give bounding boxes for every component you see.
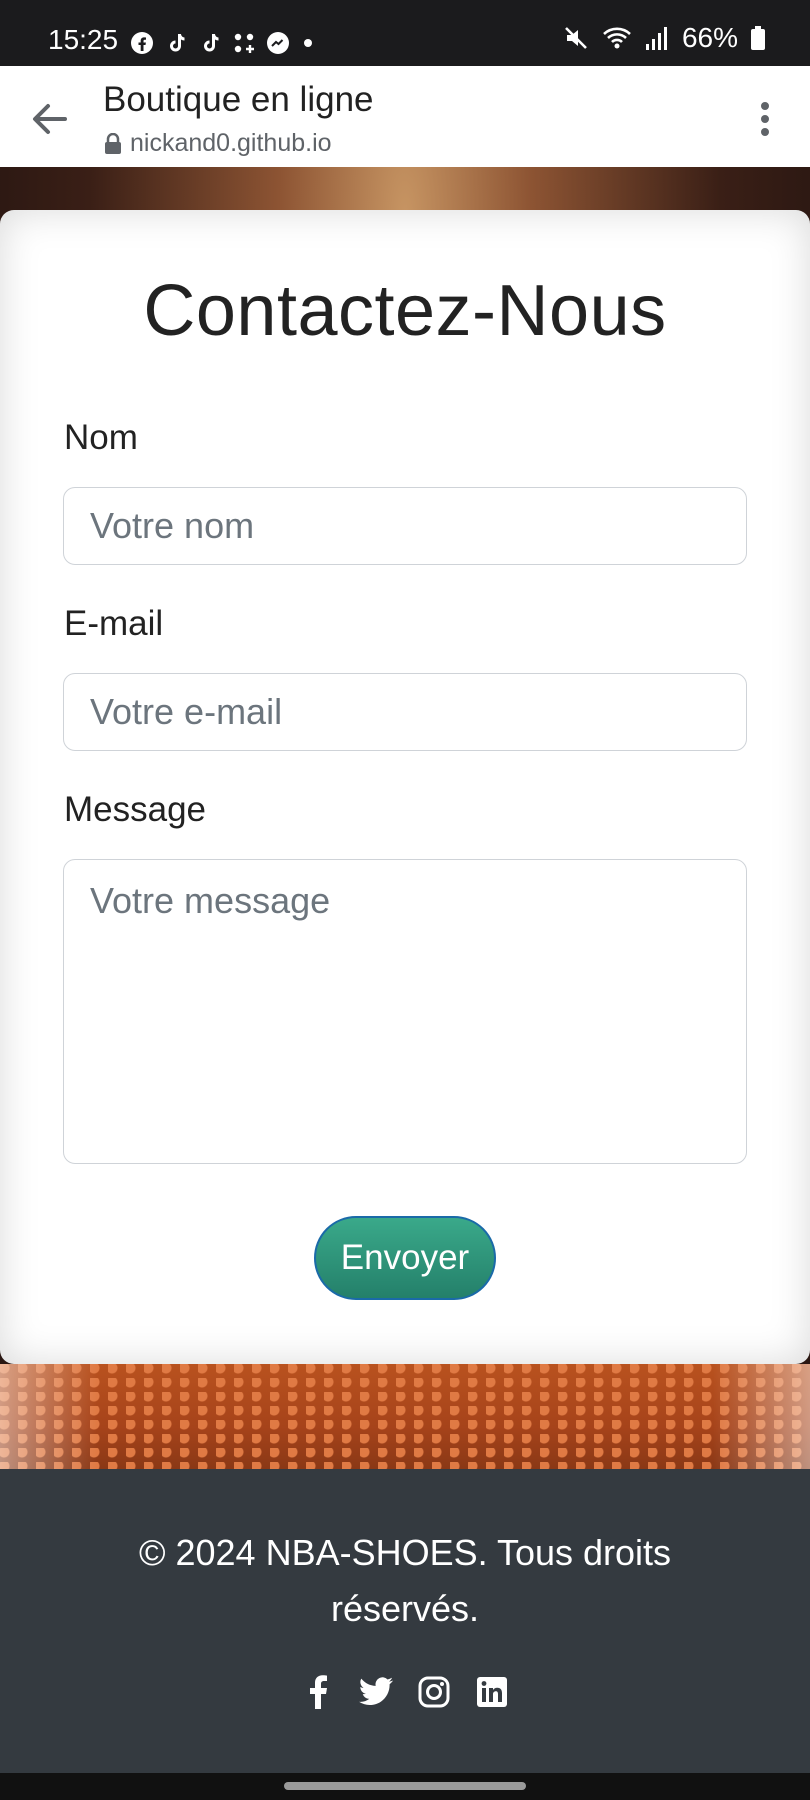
linkedin-icon [477,1677,507,1707]
twitter-icon [359,1677,393,1705]
url-text: nickand0.github.io [130,129,332,157]
twitter-link[interactable] [359,1675,393,1709]
browser-toolbar: Boutique en ligne nickand0.github.io [0,66,810,167]
email-input[interactable] [63,673,747,751]
basketball-texture [0,1364,810,1469]
facebook-link[interactable] [301,1675,335,1709]
battery-icon [751,26,765,50]
instagram-link[interactable] [417,1675,451,1709]
navigation-gesture-bar [0,1773,810,1800]
battery-percentage: 66% [681,22,738,53]
kebab-menu-icon [761,102,769,110]
tiktok-icon [170,34,185,52]
footer-copyright: © 2024 NBA-SHOES. Tous droits réservés. [138,1532,672,1629]
instagram-icon [418,1676,450,1708]
home-indicator[interactable] [284,1782,526,1790]
message-textarea[interactable] [63,859,747,1164]
message-label: Message [64,790,207,829]
status-time: 15:25 [48,24,119,55]
footer: © 2024 NBA-SHOES. Tous droits réservés. [0,1469,810,1773]
contact-title: Contactez-Nous [143,271,667,351]
more-options-button[interactable] [750,96,780,142]
url-bar[interactable]: nickand0.github.io [104,129,332,158]
back-button[interactable] [26,96,72,142]
wifi-icon [603,27,631,49]
app-grid-icon [234,33,254,53]
name-input[interactable] [63,487,747,565]
messenger-icon [267,32,289,54]
email-label: E-mail [64,604,164,643]
social-links [0,1675,810,1709]
submit-button[interactable]: Envoyer [314,1216,496,1300]
status-app-icons [130,31,316,55]
lock-icon [105,132,121,154]
signal-icon [645,27,667,50]
linkedin-link[interactable] [475,1675,509,1709]
status-right: 66% [562,24,766,52]
status-bar: 15:25 66% [0,0,810,66]
notification-dot-icon [304,39,312,47]
contact-card: Contactez-Nous Nom E-mail Message Envoye… [0,210,810,1364]
tiktok-icon [204,34,219,52]
facebook-icon [131,32,153,54]
facebook-icon [310,1675,327,1709]
arrow-left-icon [33,104,67,134]
mute-icon [565,27,587,49]
name-label: Nom [64,418,138,457]
page-title: Boutique en ligne [103,80,374,119]
